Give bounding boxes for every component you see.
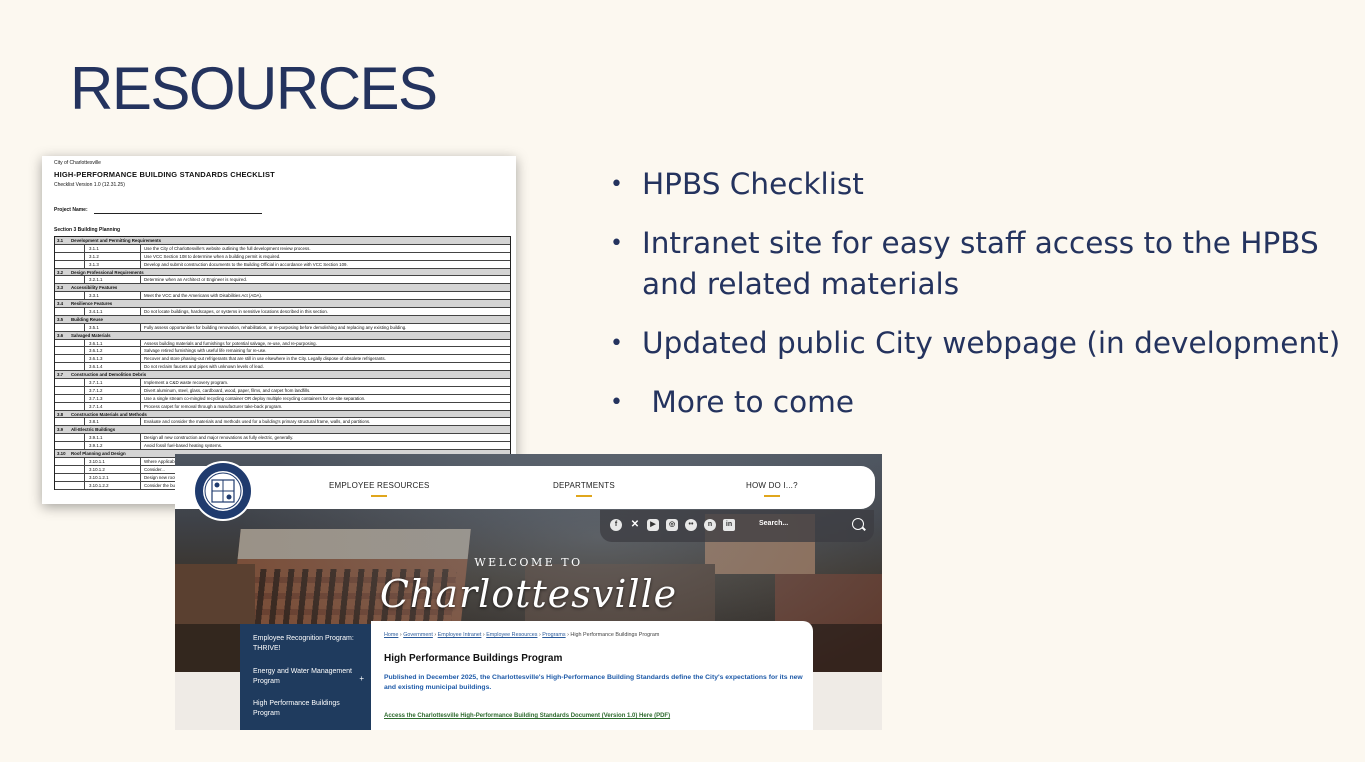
checklist-item-row: 3.9.1.2 Avoid fossil fuel-based heating s… <box>55 442 510 451</box>
sidenav-item-thrive[interactable]: Employee Recognition Program: THRIVE! <box>253 634 358 654</box>
breadcrumb-programs[interactable]: Programs <box>542 632 565 638</box>
breadcrumb-home[interactable]: Home <box>384 632 398 638</box>
facebook-icon[interactable]: f <box>610 519 622 531</box>
checklist-category-row: 3.4 Resilience Features <box>55 300 510 309</box>
checklist-category-row: 3.2 Design Professional Requirements <box>55 268 510 277</box>
checklist-item-row: 3.5.1 Fully assess opportunities for buil… <box>55 323 510 332</box>
welcome-text: WELCOME TO <box>474 556 583 569</box>
flickr-icon[interactable]: •• <box>685 519 697 531</box>
bullet-dot: • <box>610 331 623 356</box>
checklist-item-row: 3.1.3 Develop and submit construction doc… <box>55 260 510 269</box>
website-screenshot: EMPLOYEE RESOURCES DEPARTMENTS HOW DO I.… <box>175 454 882 730</box>
side-navigation: Employee Recognition Program: THRIVE! En… <box>240 624 371 730</box>
bullet-item: • Updated public City webpage (in develop… <box>610 323 1350 364</box>
expand-plus-icon[interactable]: + <box>359 674 364 683</box>
social-search-bar: f ✕ ▶ ◎ •• n in Search... <box>600 510 874 542</box>
checklist-category-row: 3.7 Construction and Demolition Debris <box>55 371 510 380</box>
sidenav-item-energy-water[interactable]: Energy and Water Management Program <box>253 667 358 687</box>
slide-title: RESOURCES <box>70 55 438 122</box>
x-icon[interactable]: ✕ <box>629 519 641 531</box>
checklist-title: HIGH-PERFORMANCE BUILDING STANDARDS CHEC… <box>54 170 275 179</box>
checklist-document: City of Charlottesville HIGH-PERFORMANCE… <box>42 156 516 504</box>
checklist-item-row: 3.7.1.1 Implement a C&D waste recovery pr… <box>55 379 510 387</box>
city-script-title: Charlottesville <box>379 572 678 616</box>
nav-departments[interactable]: DEPARTMENTS <box>553 481 615 497</box>
bullet-dot: • <box>610 390 623 415</box>
bullet-item: • HPBS Checklist <box>610 164 1350 205</box>
checklist-category-row: 3.1 Development and Permitting Requiremen… <box>55 237 510 245</box>
page-title: High Performance Buildings Program <box>384 653 563 664</box>
checklist-item-row: 3.7.1.2 Divert aluminum, steel, glass, ca… <box>55 386 510 395</box>
bullet-dot: • <box>610 231 623 256</box>
checklist-item-row: 3.8.1 Evaluate and consider the materials… <box>55 418 510 427</box>
checklist-category-row: 3.5 Building Reuse <box>55 315 510 324</box>
sidenav-item-hpb[interactable]: High Performance Buildings Program <box>253 699 358 719</box>
bullet-dot: • <box>610 172 623 197</box>
search-input[interactable]: Search... <box>759 520 788 527</box>
bullet-item: • Intranet site for easy staff access to … <box>610 223 1350 305</box>
search-icon[interactable] <box>852 518 864 530</box>
checklist-section-title: Section 3 Building Planning <box>54 227 121 233</box>
linkedin-icon[interactable]: in <box>723 519 735 531</box>
checklist-item-row: 3.6.1.2 Salvage retired furnishings with … <box>55 347 510 356</box>
nextdoor-icon[interactable]: n <box>704 519 716 531</box>
checklist-item-row: 3.4.1.1 Do not locate buildings, hardscap… <box>55 308 510 316</box>
checklist-item-row: 3.7.1.4 Process carpet for removal throug… <box>55 402 510 411</box>
content-panel: Home › Government › Employee Intranet › … <box>371 621 813 730</box>
checklist-item-row: 3.9.1.1 Design all new construction and m… <box>55 434 510 443</box>
checklist-item-row: 3.3.1 Meet the VCC and the Americans with… <box>55 292 510 301</box>
checklist-item-row: 3.6.1.4 Do not reclaim faucets and pipes … <box>55 363 510 372</box>
nav-employee-resources[interactable]: EMPLOYEE RESOURCES <box>329 481 430 497</box>
bullet-item: • More to come <box>610 382 1350 423</box>
instagram-icon[interactable]: ◎ <box>666 519 678 531</box>
bullet-list: • HPBS Checklist • Intranet site for easy … <box>610 164 1350 441</box>
checklist-category-row: 3.3 Accessibility Features <box>55 284 510 293</box>
page-intro: Published in December 2025, the Charlott… <box>384 674 803 691</box>
checklist-category-row: 3.8 Construction Materials and Methods <box>55 410 510 419</box>
city-seal-logo[interactable] <box>192 460 254 522</box>
checklist-item-row: 3.1.1 Use the City of Charlottesville's w… <box>55 244 510 253</box>
checklist-item-row: 3.7.1.3 Use a single stream co-mingled re… <box>55 394 510 403</box>
checklist-item-row: 3.6.1.1 Assess building materials and fur… <box>55 339 510 348</box>
nav-how-do-i[interactable]: HOW DO I...? <box>746 481 798 497</box>
site-navbar: EMPLOYEE RESOURCES DEPARTMENTS HOW DO I.… <box>175 466 875 509</box>
checklist-version: Checklist Version 1.0 (12.31.25) <box>54 182 125 188</box>
checklist-category-row: 3.6 Salvaged Materials <box>55 331 510 340</box>
breadcrumb-intranet[interactable]: Employee Intranet <box>438 632 482 638</box>
breadcrumb-government[interactable]: Government <box>403 632 433 638</box>
breadcrumb-current: High Performance Buildings Program <box>570 632 660 638</box>
youtube-icon[interactable]: ▶ <box>647 519 659 531</box>
breadcrumb-employee-resources[interactable]: Employee Resources <box>486 632 537 638</box>
checklist-city: City of Charlottesville <box>54 160 101 166</box>
checklist-category-row: 3.9 All-Electric Buildings <box>55 426 510 435</box>
project-name-line <box>94 213 262 214</box>
checklist-item-row: 3.6.1.3 Recover and store phasing-out ref… <box>55 355 510 364</box>
project-name-label: Project Name: <box>54 207 88 213</box>
checklist-item-row: 3.2.1.1 Determine when an Architect or En… <box>55 276 510 285</box>
checklist-table: 3.1 Development and Permitting Requiremen… <box>54 236 511 490</box>
checklist-item-row: 3.1.2 Use VCC Section 108 to determine wh… <box>55 252 510 261</box>
standards-pdf-link[interactable]: Access the Charlottesville High-Performa… <box>384 713 670 719</box>
breadcrumb: Home › Government › Employee Intranet › … <box>384 632 660 638</box>
